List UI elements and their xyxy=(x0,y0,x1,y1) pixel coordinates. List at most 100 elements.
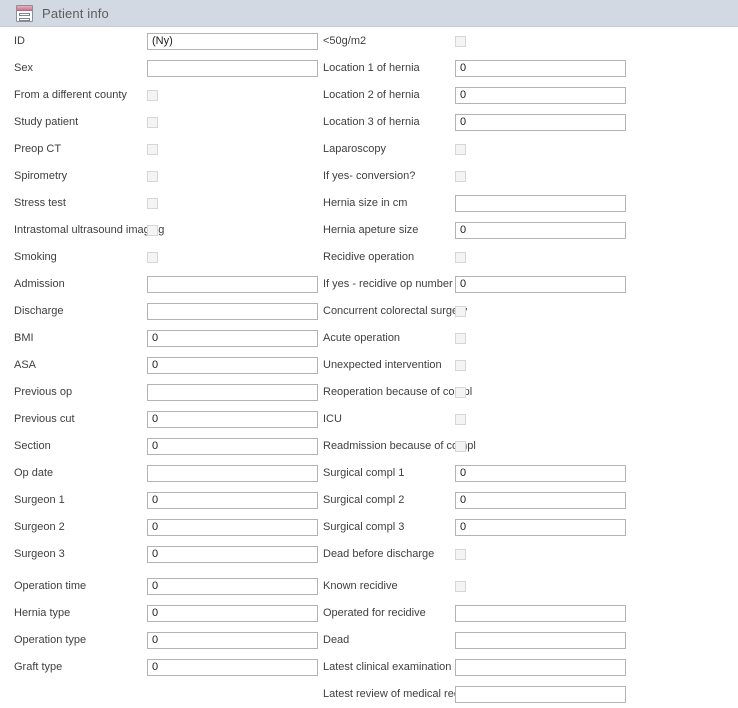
field-row: Location 3 of hernia 0 xyxy=(318,109,738,136)
label-dead-before-discharge: Dead before discharge xyxy=(323,548,435,560)
input-surgeon-1[interactable]: 0 xyxy=(147,492,318,509)
checkbox-dead-before-discharge[interactable] xyxy=(455,549,466,560)
field-row: Discharge xyxy=(0,298,318,325)
input-id[interactable]: (Ny) xyxy=(147,33,318,50)
label-dead: Dead xyxy=(323,634,350,646)
field-row: <50g/m2 xyxy=(318,28,738,55)
label-study-patient: Study patient xyxy=(14,116,79,128)
label-latest-clinical-examination: Latest clinical examination xyxy=(323,661,452,673)
label-stress-test: Stress test xyxy=(14,197,66,209)
label-graft-type: Graft type xyxy=(14,661,63,673)
checkbox-50g-m2[interactable] xyxy=(455,36,466,47)
checkbox-reoperation-because-of-compl[interactable] xyxy=(455,387,466,398)
input-surgeon-2[interactable]: 0 xyxy=(147,519,318,536)
field-row: Intrastomal ultrasound imaging xyxy=(0,217,318,244)
field-row: Unexpected intervention xyxy=(318,352,738,379)
form-header-bar: Patient info xyxy=(0,0,738,27)
input-admission[interactable] xyxy=(147,276,318,293)
field-row: Latest review of medical record xyxy=(318,681,738,708)
label-hernia-apeture-size: Hernia apeture size xyxy=(323,224,419,236)
checkbox-smoking[interactable] xyxy=(147,252,158,263)
label-if-yes-conversion: If yes- conversion? xyxy=(323,170,416,182)
checkbox-intrastomal-ultrasound-imaging[interactable] xyxy=(147,225,158,236)
label-hernia-size-in-cm: Hernia size in cm xyxy=(323,197,408,209)
label-surgeon-3: Surgeon 3 xyxy=(14,548,65,560)
input-previous-cut[interactable]: 0 xyxy=(147,411,318,428)
input-operation-type[interactable]: 0 xyxy=(147,632,318,649)
checkbox-recidive-operation[interactable] xyxy=(455,252,466,263)
checkbox-study-patient[interactable] xyxy=(147,117,158,128)
checkbox-icu[interactable] xyxy=(455,414,466,425)
checkbox-if-yes-conversion[interactable] xyxy=(455,171,466,182)
input-asa[interactable]: 0 xyxy=(147,357,318,374)
input-hernia-size-in-cm[interactable] xyxy=(455,195,626,212)
checkbox-readmission-because-of-compl[interactable] xyxy=(455,441,466,452)
input-location-1-of-hernia[interactable]: 0 xyxy=(455,60,626,77)
input-previous-op[interactable] xyxy=(147,384,318,401)
input-hernia-apeture-size[interactable]: 0 xyxy=(455,222,626,239)
input-location-3-of-hernia[interactable]: 0 xyxy=(455,114,626,131)
input-operation-time[interactable]: 0 xyxy=(147,578,318,595)
checkbox-unexpected-intervention[interactable] xyxy=(455,360,466,371)
label-surgeon-2: Surgeon 2 xyxy=(14,521,65,533)
label-asa: ASA xyxy=(14,359,37,371)
input-surgical-compl-3[interactable]: 0 xyxy=(455,519,626,536)
field-row: Hernia apeture size 0 xyxy=(318,217,738,244)
input-location-2-of-hernia[interactable]: 0 xyxy=(455,87,626,104)
input-surgeon-3[interactable]: 0 xyxy=(147,546,318,563)
input-if-yes-recidive-op-number[interactable]: 0 xyxy=(455,276,626,293)
field-row: Hernia size in cm xyxy=(318,190,738,217)
input-graft-type[interactable]: 0 xyxy=(147,659,318,676)
input-bmi[interactable]: 0 xyxy=(147,330,318,347)
label-operated-for-recidive: Operated for recidive xyxy=(323,607,426,619)
input-dead[interactable] xyxy=(455,632,626,649)
input-discharge[interactable] xyxy=(147,303,318,320)
field-row: Surgical compl 2 0 xyxy=(318,487,738,514)
input-operated-for-recidive[interactable] xyxy=(455,605,626,622)
checkbox-known-recidive[interactable] xyxy=(455,581,466,592)
checkbox-concurrent-colorectal-surgery[interactable] xyxy=(455,306,466,317)
label-surgical-compl-3: Surgical compl 3 xyxy=(323,521,405,533)
checkbox-spirometry[interactable] xyxy=(147,171,158,182)
label-sex: Sex xyxy=(14,62,33,74)
label-admission: Admission xyxy=(14,278,65,290)
checkbox-from-a-different-county[interactable] xyxy=(147,90,158,101)
label-reoperation-because-of-compl: Reoperation because of compl xyxy=(323,386,473,398)
field-row: Op date xyxy=(0,460,318,487)
label-discharge: Discharge xyxy=(14,305,64,317)
field-row: Preop CT xyxy=(0,136,318,163)
label-location-3-of-hernia: Location 3 of hernia xyxy=(323,116,420,128)
field-row: Surgeon 3 0 xyxy=(0,541,318,568)
input-surgical-compl-2[interactable]: 0 xyxy=(455,492,626,509)
field-row: Section 0 xyxy=(0,433,318,460)
checkbox-acute-operation[interactable] xyxy=(455,333,466,344)
label-recidive-operation: Recidive operation xyxy=(323,251,415,263)
field-row: ID (Ny) xyxy=(0,28,318,55)
patient-info-form: ID (Ny) Sex From a different county Study pa… xyxy=(0,28,738,703)
checkbox-stress-test[interactable] xyxy=(147,198,158,209)
field-row: Reoperation because of compl xyxy=(318,379,738,406)
field-row: Previous op xyxy=(0,379,318,406)
label-section: Section xyxy=(14,440,51,452)
input-op-date[interactable] xyxy=(147,465,318,482)
checkbox-laparoscopy[interactable] xyxy=(455,144,466,155)
label-preop-ct: Preop CT xyxy=(14,143,62,155)
label-unexpected-intervention: Unexpected intervention xyxy=(323,359,442,371)
input-section[interactable]: 0 xyxy=(147,438,318,455)
field-row: Study patient xyxy=(0,109,318,136)
input-latest-review-of-medical-record[interactable] xyxy=(455,686,626,703)
checkbox-preop-ct[interactable] xyxy=(147,144,158,155)
label-surgical-compl-2: Surgical compl 2 xyxy=(323,494,405,506)
field-row: Graft type 0 xyxy=(0,654,318,681)
field-row: If yes- conversion? xyxy=(318,163,738,190)
input-sex[interactable] xyxy=(147,60,318,77)
right-field-column: <50g/m2 Location 1 of hernia 0 Location 2 o… xyxy=(318,28,738,708)
field-row: Laparoscopy xyxy=(318,136,738,163)
input-latest-clinical-examination[interactable] xyxy=(455,659,626,676)
field-row: Readmission because of compl xyxy=(318,433,738,460)
field-row: Surgical compl 3 0 xyxy=(318,514,738,541)
label-previous-op: Previous op xyxy=(14,386,73,398)
label-acute-operation: Acute operation xyxy=(323,332,401,344)
input-surgical-compl-1[interactable]: 0 xyxy=(455,465,626,482)
input-hernia-type[interactable]: 0 xyxy=(147,605,318,622)
